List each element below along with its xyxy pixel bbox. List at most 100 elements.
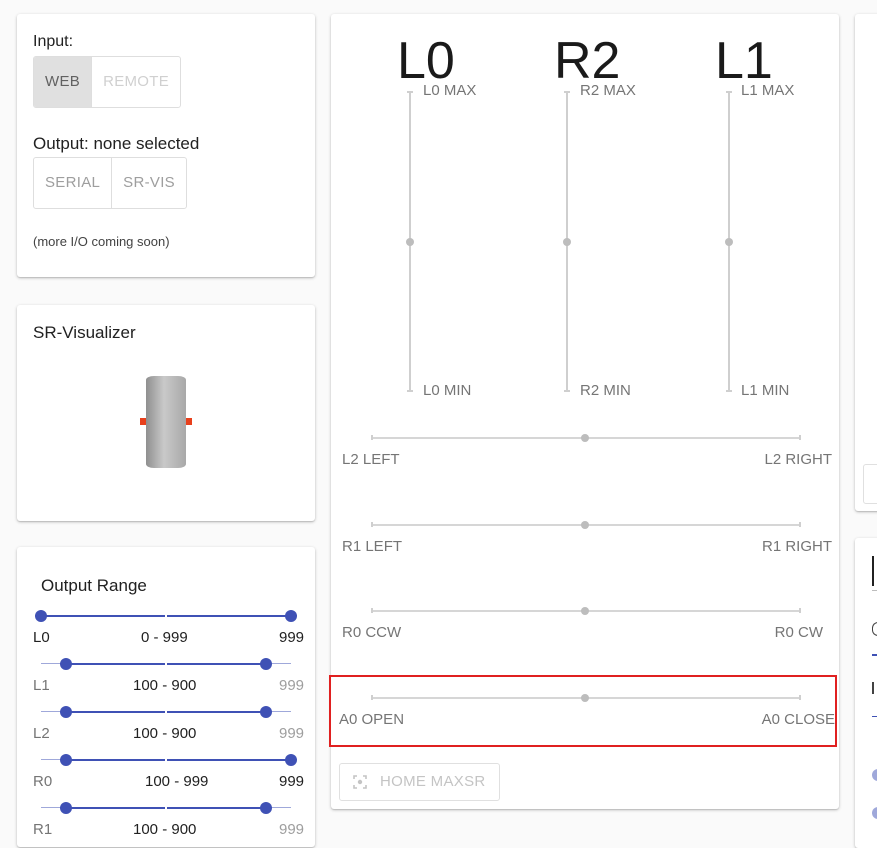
range-tick-r0: [165, 757, 167, 762]
slider-thumb-l0[interactable]: [406, 238, 414, 246]
right-panel-radio-2[interactable]: [872, 807, 877, 819]
output-range-title: Output Range: [41, 576, 147, 595]
slider-tick-left-r1: [371, 522, 373, 527]
slider-thumb-r1[interactable]: [581, 521, 589, 529]
right-panel-button[interactable]: [863, 464, 877, 504]
slider-tick-max-l0: [407, 91, 413, 93]
slider-thumb-r2[interactable]: [563, 238, 571, 246]
range-value-r1: 100 - 900: [133, 821, 197, 838]
range-max-r0: 999: [279, 773, 305, 790]
range-value-r0: 100 - 999: [145, 773, 209, 790]
slider-left-label-a0: A0 OPEN: [339, 711, 405, 728]
range-name-r0: R0: [33, 773, 53, 790]
slider-min-label-r2: R2 MIN: [580, 382, 631, 399]
slider-tick-min-r2: [564, 390, 570, 392]
range-value-l1: 100 - 900: [133, 677, 197, 694]
home-maxsr-label: HOME MAXSR: [380, 773, 486, 790]
output-button-group: SERIAL SR-VIS: [33, 157, 187, 209]
axis-name-l1: L1: [715, 32, 773, 90]
serial-output-button[interactable]: SERIAL: [34, 158, 111, 208]
range-knob-low-l2[interactable]: [60, 706, 72, 718]
slider-max-label-l1: L1 MAX: [741, 82, 795, 99]
slider-tick-right-r0: [799, 608, 801, 613]
slider-min-label-l0: L0 MIN: [423, 382, 472, 399]
slider-thumb-l2[interactable]: [581, 434, 589, 442]
range-max-l0: 999: [279, 629, 305, 646]
range-knob-low-r1[interactable]: [60, 802, 72, 814]
range-tick-l2: [165, 709, 167, 714]
home-maxsr-button[interactable]: HOME MAXSR: [339, 763, 500, 801]
focus-center-icon: [353, 775, 367, 789]
range-knob-low-r0[interactable]: [60, 754, 72, 766]
slider-right-label-r1: R1 RIGHT: [761, 538, 832, 555]
range-name-l0: L0: [33, 629, 50, 646]
range-knob-high-r0[interactable]: [285, 754, 297, 766]
slider-tick-max-l1: [726, 91, 732, 93]
device-visualization: [140, 376, 192, 468]
range-knob-low-l0[interactable]: [35, 610, 47, 622]
slider-tick-right-l2: [799, 435, 801, 440]
range-track-r0: [66, 759, 291, 761]
axes-card: L0 R2 L1 L0 MAX L0 MIN R2 MAX R2 MIN L1 …: [329, 14, 839, 809]
slider-left-label-l2: L2 LEFT: [342, 451, 400, 468]
slider-max-label-l0: L0 MAX: [423, 82, 477, 99]
range-value-l0: 0 - 999: [141, 629, 188, 646]
range-knob-high-l1[interactable]: [260, 658, 272, 670]
range-max-l1: 999: [279, 677, 305, 694]
right-panel-underline: [872, 590, 877, 591]
slider-right-label-a0: A0 CLOSE: [761, 711, 835, 728]
output-range-card: Output Range L0 0 - 999 999 L1 100 - 900…: [17, 547, 315, 847]
range-knob-high-l2[interactable]: [260, 706, 272, 718]
range-tick-l1: [165, 661, 167, 666]
range-tick-l0: [165, 613, 167, 618]
slider-right-label-r0: R0 CW: [774, 624, 823, 641]
remote-input-button[interactable]: REMOTE: [91, 57, 180, 107]
slider-tick-right-a0: [799, 695, 801, 700]
axis-name-r2: R2: [554, 32, 621, 90]
right-panel-bottom: [855, 538, 877, 848]
range-max-l2: 999: [279, 725, 305, 742]
right-panel-line-2: [872, 716, 877, 717]
range-name-r1: R1: [33, 821, 53, 838]
slider-tick-min-l0: [407, 390, 413, 392]
range-name-l1: L1: [33, 677, 50, 694]
slider-thumb-r0[interactable]: [581, 607, 589, 615]
slider-thumb-l1[interactable]: [725, 238, 733, 246]
io-card: Input: WEB REMOTE Output: none selected …: [17, 14, 315, 277]
right-panel-fragment-3: [872, 682, 874, 694]
slider-tick-left-a0: [371, 695, 373, 700]
right-panel-radio-1[interactable]: [872, 769, 877, 781]
visualizer-card: SR-Visualizer: [17, 305, 315, 521]
slider-right-label-l2: L2 RIGHT: [764, 451, 832, 468]
slider-tick-max-r2: [564, 91, 570, 93]
range-knob-low-l1[interactable]: [60, 658, 72, 670]
right-panel-fragment-1: [872, 556, 877, 586]
visualizer-title: SR-Visualizer: [33, 323, 136, 342]
input-button-group: WEB REMOTE: [33, 56, 182, 108]
range-max-r1: 999: [279, 821, 305, 838]
slider-min-label-l1: L1 MIN: [741, 382, 790, 399]
sr-vis-output-button[interactable]: SR-VIS: [111, 158, 186, 208]
slider-max-label-r2: R2 MAX: [580, 82, 636, 99]
right-panel-fragment-2: [872, 622, 877, 636]
range-value-l2: 100 - 900: [133, 725, 197, 742]
slider-thumb-a0[interactable]: [581, 694, 589, 702]
range-tick-r1: [165, 805, 167, 810]
range-knob-high-l0[interactable]: [285, 610, 297, 622]
slider-tick-min-l1: [726, 390, 732, 392]
slider-tick-left-r0: [371, 608, 373, 613]
right-panel-top: [855, 14, 877, 511]
io-note: (more I/O coming soon): [33, 234, 170, 249]
slider-left-label-r1: R1 LEFT: [342, 538, 403, 555]
range-knob-high-r1[interactable]: [260, 802, 272, 814]
input-label: Input:: [33, 33, 74, 50]
range-name-l2: L2: [33, 725, 50, 742]
slider-left-label-r0: R0 CCW: [342, 624, 402, 641]
slider-tick-right-r1: [799, 522, 801, 527]
slider-tick-left-l2: [371, 435, 373, 440]
right-panel-line-1: [872, 654, 877, 656]
output-label: Output: none selected: [33, 134, 200, 153]
device-body: [146, 376, 186, 468]
web-input-button[interactable]: WEB: [34, 57, 92, 107]
axis-name-l0: L0: [397, 32, 455, 90]
